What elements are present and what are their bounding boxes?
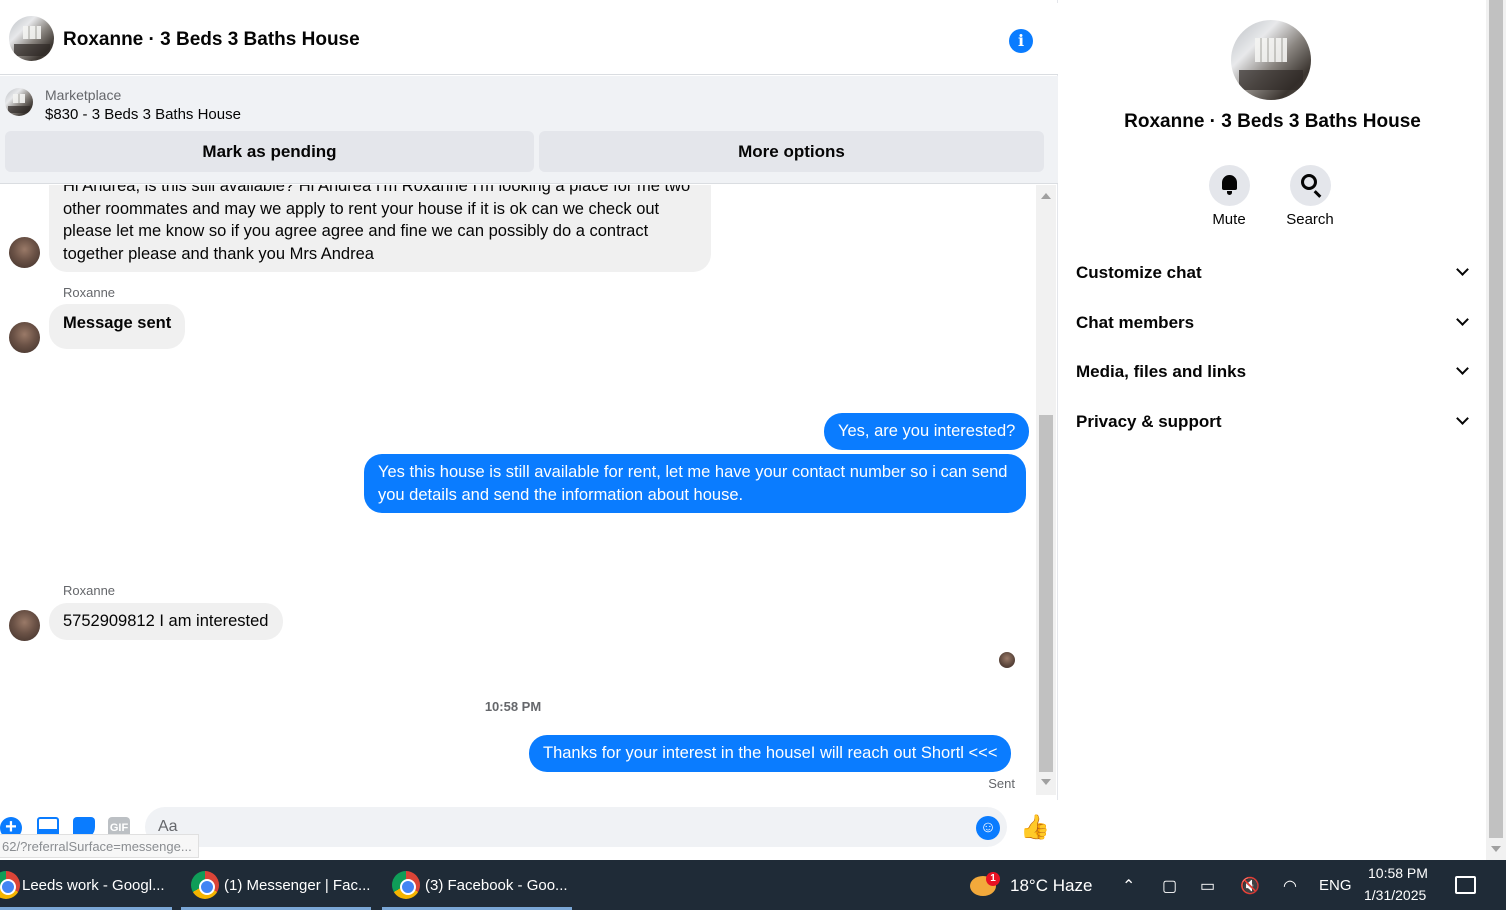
chrome-icon <box>0 871 20 899</box>
chrome-icon <box>392 871 420 899</box>
taskbar-item-label: Leeds work - Googl... <box>22 877 165 894</box>
battery-icon[interactable]: ▭ <box>1200 876 1215 896</box>
taskbar-item-messenger[interactable]: (1) Messenger | Fac... <box>181 860 371 910</box>
section-customize-chat[interactable]: Customize chat <box>1076 259 1471 289</box>
language-indicator[interactable]: ENG <box>1319 877 1352 894</box>
info-icon[interactable]: i <box>1009 29 1033 53</box>
incoming-message[interactable]: 5752909812 I am interested <box>49 603 283 640</box>
section-label: Customize chat <box>1076 263 1202 282</box>
notification-center-icon[interactable] <box>1455 876 1476 894</box>
mute-button[interactable]: Mute <box>1189 165 1269 228</box>
emoji-icon[interactable]: ☺ <box>976 816 1000 840</box>
listing-title[interactable]: $830 - 3 Beds 3 Baths House <box>45 106 241 123</box>
section-label: Chat members <box>1076 313 1195 332</box>
chevron-down-icon <box>1456 263 1469 276</box>
sender-name: Roxanne <box>63 583 116 598</box>
chat-header: Roxanne · 3 Beds 3 Baths House i <box>0 3 1058 75</box>
scroll-up-arrow-icon[interactable] <box>1041 193 1051 199</box>
taskbar-item-label: (1) Messenger | Fac... <box>224 877 371 894</box>
conversation-avatar[interactable] <box>9 16 54 61</box>
sender-avatar[interactable] <box>9 610 40 641</box>
meet-now-icon[interactable]: ▢ <box>1162 876 1177 896</box>
windows-taskbar: Leeds work - Googl... (1) Messenger | Fa… <box>0 860 1506 910</box>
sent-status: Sent <box>988 776 1015 791</box>
outgoing-message[interactable]: Yes this house is still available for re… <box>364 454 1026 513</box>
message-list: Hi Andrea, is this still available? Hi A… <box>0 185 1034 795</box>
bell-icon[interactable] <box>1208 165 1250 206</box>
volume-muted-icon[interactable]: 🔇 <box>1240 876 1260 896</box>
chevron-down-icon <box>1456 313 1469 326</box>
conversation-info-pane: Roxanne · 3 Beds 3 Baths House Mute Sear… <box>1059 0 1486 860</box>
message-scrollbar[interactable] <box>1036 185 1056 795</box>
chevron-down-icon <box>1456 412 1469 425</box>
page-scrollbar[interactable] <box>1486 0 1506 860</box>
taskbar-item-facebook[interactable]: (3) Facebook - Goo... <box>382 860 572 910</box>
search-icon[interactable] <box>1289 165 1331 206</box>
conversation-title[interactable]: Roxanne · 3 Beds 3 Baths House <box>63 29 360 51</box>
thumbs-up-icon[interactable]: 👍 <box>1020 814 1050 842</box>
scroll-thumb[interactable] <box>1039 415 1053 772</box>
message-input[interactable] <box>145 807 1007 847</box>
clock-time[interactable]: 10:58 PM <box>1368 865 1428 881</box>
section-media-files-links[interactable]: Media, files and links <box>1076 358 1471 388</box>
wifi-icon[interactable]: ◠ <box>1283 876 1297 896</box>
seen-indicator-avatar <box>999 652 1015 668</box>
mute-label: Mute <box>1212 211 1246 228</box>
more-options-button[interactable]: More options <box>539 131 1044 172</box>
message-timestamp: 10:58 PM <box>484 699 542 714</box>
scroll-down-arrow-icon[interactable] <box>1491 846 1501 852</box>
search-button[interactable]: Search <box>1270 165 1350 228</box>
section-privacy-support[interactable]: Privacy & support <box>1076 408 1471 438</box>
outgoing-message[interactable]: Yes, are you interested? <box>824 413 1030 450</box>
incoming-message[interactable]: Message sent <box>49 304 186 349</box>
outgoing-message[interactable]: Thanks for your interest in the houseI w… <box>529 735 1012 772</box>
search-label: Search <box>1286 211 1334 228</box>
notification-badge: 1 <box>986 872 1000 886</box>
incoming-message[interactable]: Hi Andrea, is this still available? Hi A… <box>49 185 711 272</box>
sender-avatar[interactable] <box>9 237 40 268</box>
chevron-up-icon[interactable]: ⌃ <box>1122 876 1135 896</box>
scroll-down-arrow-icon[interactable] <box>1041 779 1051 785</box>
marketplace-bar: Marketplace $830 - 3 Beds 3 Baths House … <box>0 76 1058 184</box>
taskbar-item-label: (3) Facebook - Goo... <box>425 877 568 894</box>
mark-as-pending-button[interactable]: Mark as pending <box>5 131 534 172</box>
page-scroll-thumb[interactable] <box>1489 0 1503 838</box>
link-preview-tooltip: 62/?referralSurface=messenge... <box>0 834 199 858</box>
sender-name: Roxanne <box>63 285 116 300</box>
marketplace-label: Marketplace <box>45 87 122 103</box>
section-label: Privacy & support <box>1076 412 1222 431</box>
chevron-down-icon <box>1456 362 1469 375</box>
chat-pane: Roxanne · 3 Beds 3 Baths House i Marketp… <box>0 0 1058 860</box>
weather-icon[interactable]: 1 <box>970 872 1000 898</box>
taskbar-item-leeds-work[interactable]: Leeds work - Googl... <box>0 860 175 910</box>
sender-avatar[interactable] <box>9 322 40 353</box>
conversation-avatar-large[interactable] <box>1231 20 1311 100</box>
conversation-info-title: Roxanne · 3 Beds 3 Baths House <box>1124 111 1421 132</box>
clock-date[interactable]: 1/31/2025 <box>1364 887 1426 903</box>
chrome-icon <box>191 871 219 899</box>
listing-thumbnail[interactable] <box>5 88 33 116</box>
weather-text[interactable]: 18°C Haze <box>1010 876 1092 896</box>
section-label: Media, files and links <box>1076 362 1247 381</box>
section-chat-members[interactable]: Chat members <box>1076 309 1471 339</box>
